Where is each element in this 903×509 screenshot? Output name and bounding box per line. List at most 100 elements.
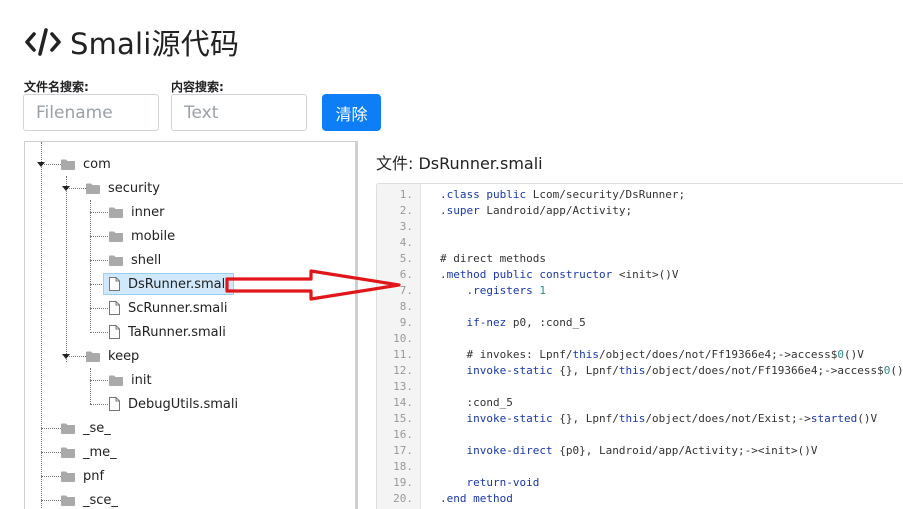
tree-folder-sce[interactable]: _sce_ [61, 489, 118, 509]
code-line: 17. invoke-direct {p0}, Landroid/app/Act… [377, 443, 903, 459]
collapse-toggle-icon[interactable] [62, 186, 70, 191]
file-icon [109, 277, 120, 291]
line-number: 5. [399, 252, 413, 265]
line-number: 3. [399, 220, 413, 233]
tree-label: security [108, 180, 160, 196]
code-text: # invokes: Lpnf/this/object/does/not/Ff1… [440, 348, 864, 361]
folder-icon [109, 231, 123, 242]
line-number: 10. [393, 332, 413, 345]
content-search-input[interactable] [171, 94, 307, 131]
code-text: invoke-static {}, Lpnf/this/object/does/… [466, 364, 903, 377]
code-line: 10. [377, 331, 903, 347]
tree-label: com [83, 156, 111, 172]
tree-label: TaRunner.smali [128, 324, 226, 340]
content-search-label: 内容搜索: [171, 80, 224, 94]
filename-search-input[interactable] [23, 94, 159, 131]
file-title: 文件: DsRunner.smali [376, 154, 543, 173]
page-title: Smali源代码 [70, 27, 240, 61]
line-number: 14. [393, 396, 413, 409]
clear-button[interactable]: 清除 [322, 94, 381, 131]
code-text: .end method [440, 492, 513, 505]
code-line: 9. if-nez p0, :cond_5 [377, 315, 903, 331]
file-tree[interactable]: com security inner mobile shell DsRunner… [24, 141, 358, 509]
tree-folder-security[interactable]: security [86, 177, 160, 199]
page-header: Smali源代码 [24, 24, 240, 61]
code-line: 4. [377, 235, 903, 251]
tree-file-tarunner[interactable]: TaRunner.smali [109, 321, 226, 343]
code-text: if-nez p0, :cond_5 [466, 316, 586, 329]
code-line: 18. [377, 459, 903, 475]
tree-file-scrunner[interactable]: ScRunner.smali [109, 297, 227, 319]
line-number: 4. [399, 236, 413, 249]
filename-search-label: 文件名搜索: [24, 80, 89, 94]
code-line: 2. .super Landroid/app/Activity; [377, 203, 903, 219]
tree-file-dsrunner[interactable]: DsRunner.smali [103, 273, 234, 295]
line-number: 17. [393, 444, 413, 457]
code-line: 5. # direct methods [377, 251, 903, 267]
code-line: 19. return-void [377, 475, 903, 491]
collapse-toggle-icon[interactable] [62, 354, 70, 359]
line-number: 9. [399, 316, 413, 329]
folder-icon [61, 495, 75, 506]
tree-folder-pnf[interactable]: pnf [61, 465, 104, 487]
line-number: 16. [393, 428, 413, 441]
code-line: 8. [377, 299, 903, 315]
code-line: 11. # invokes: Lpnf/this/object/does/not… [377, 347, 903, 363]
code-text: invoke-static {}, Lpnf/this/object/does/… [466, 412, 878, 425]
tree-label: _se_ [83, 420, 111, 436]
tree-label: DebugUtils.smali [128, 396, 239, 412]
file-icon [109, 397, 120, 411]
tree-label: init [131, 372, 152, 388]
folder-icon [109, 255, 123, 266]
folder-icon [109, 375, 123, 386]
folder-icon [61, 447, 75, 458]
tree-label: keep [108, 348, 140, 364]
folder-icon [61, 159, 75, 170]
code-line: 1. .class public Lcom/security/DsRunner; [377, 187, 903, 203]
code-line: 14. :cond_5 [377, 395, 903, 411]
code-line: 3. [377, 219, 903, 235]
tree-folder-inner[interactable]: inner [109, 201, 164, 223]
code-text: .super Landroid/app/Activity; [440, 204, 633, 217]
line-number: 2. [399, 204, 413, 217]
code-text: :cond_5 [440, 396, 513, 409]
tree-folder-com[interactable]: com [61, 153, 111, 175]
line-number: 1. [399, 188, 413, 201]
line-number: 15. [393, 412, 413, 425]
folder-icon [86, 183, 100, 194]
line-number: 19. [393, 476, 413, 489]
file-icon [109, 325, 120, 339]
code-text: invoke-direct {p0}, Landroid/app/Activit… [466, 444, 818, 457]
code-icon [25, 28, 61, 56]
tree-folder-me[interactable]: _me_ [61, 441, 117, 463]
tree-folder-keep[interactable]: keep [86, 345, 139, 367]
annotation-arrow-icon [225, 269, 401, 301]
code-line: 16. [377, 427, 903, 443]
line-number: 11. [393, 348, 413, 361]
tree-label: inner [131, 204, 165, 220]
code-text: .registers 1 [466, 284, 546, 297]
code-viewer[interactable]: 1. .class public Lcom/security/DsRunner; 2… [376, 183, 903, 509]
code-line: 7. .registers 1 [377, 283, 903, 299]
tree-label: shell [131, 252, 162, 268]
line-number: 13. [393, 380, 413, 393]
collapse-toggle-icon[interactable] [37, 162, 45, 167]
code-line: 15. invoke-static {}, Lpnf/this/object/d… [377, 411, 903, 427]
tree-folder-mobile[interactable]: mobile [109, 225, 175, 247]
code-line: 12. invoke-static {}, Lpnf/this/object/d… [377, 363, 903, 379]
code-text: .class public Lcom/security/DsRunner; [440, 188, 686, 201]
tree-folder-init[interactable]: init [109, 369, 152, 391]
folder-icon [86, 351, 100, 362]
line-number: 18. [393, 460, 413, 473]
code-text: return-void [466, 476, 540, 489]
code-line: 20. .end method [377, 491, 903, 507]
tree-file-debugutils[interactable]: DebugUtils.smali [109, 393, 238, 415]
line-number: 20. [393, 492, 413, 505]
tree-label: _sce_ [83, 492, 118, 508]
line-number: 12. [393, 364, 413, 377]
file-icon [109, 301, 120, 315]
code-text: # direct methods [440, 252, 546, 265]
tree-label: _me_ [83, 444, 117, 460]
tree-folder-shell[interactable]: shell [109, 249, 161, 271]
tree-folder-se[interactable]: _se_ [61, 417, 111, 439]
